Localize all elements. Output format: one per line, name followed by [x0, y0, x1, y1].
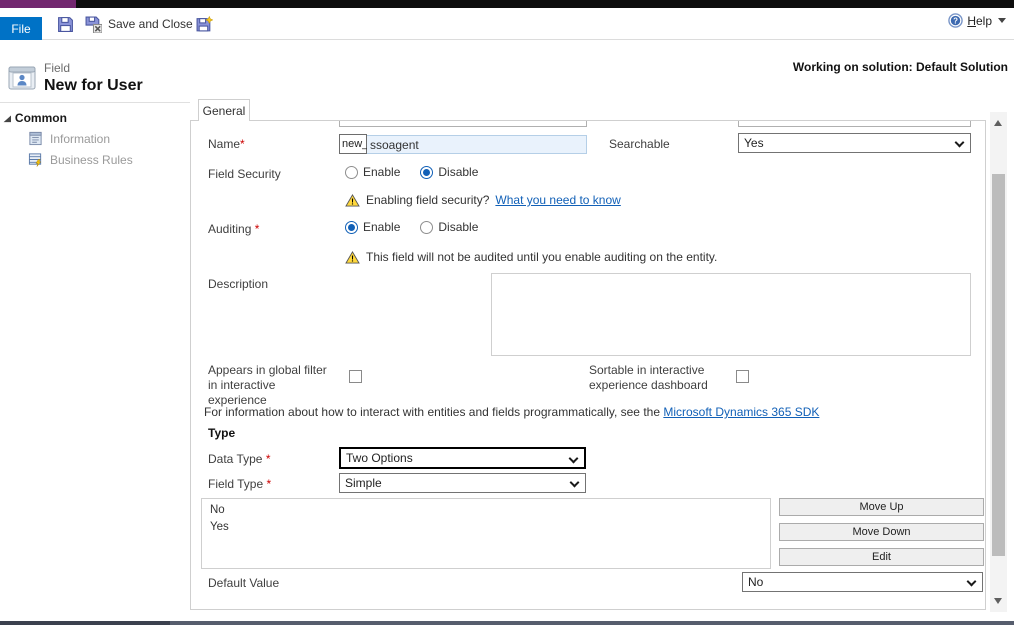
entity-type-label: Field	[44, 61, 70, 75]
title-strip	[0, 0, 1014, 8]
sidebar-item-business-rules[interactable]: Business Rules	[28, 152, 190, 167]
sidebar-group-label: Common	[15, 111, 67, 125]
help-label: Help	[967, 14, 992, 28]
horizontal-scrollbar-thumb[interactable]	[0, 621, 170, 625]
default-value-label: Default Value	[208, 576, 279, 590]
help-menu[interactable]: ? Help	[948, 13, 1006, 28]
command-toolbar: File Save and Close	[0, 8, 1014, 40]
app-window: File Save and Close	[0, 0, 1014, 626]
auditing-warning: ! This field will not be audited until y…	[345, 250, 717, 264]
data-type-label: Data Type *	[208, 452, 271, 466]
searchable-value: Yes	[744, 136, 764, 150]
scroll-up-arrow[interactable]	[994, 120, 1002, 126]
field-type-select[interactable]: Simple	[339, 473, 586, 493]
save-and-new-icon	[196, 16, 213, 33]
radio-checked-icon[interactable]	[345, 221, 358, 234]
field-security-help-link[interactable]: What you need to know	[495, 193, 620, 207]
form-panel: Name* new_ Searchable Yes Field Security…	[190, 120, 986, 610]
move-up-button[interactable]: Move Up	[779, 498, 984, 516]
scrollbar-thumb[interactable]	[992, 174, 1005, 556]
save-and-close-button[interactable]: Save and Close	[85, 12, 193, 36]
name-label: Name*	[208, 137, 245, 151]
name-input[interactable]	[367, 135, 587, 154]
auditing-label: Auditing *	[208, 222, 259, 236]
field-security-radio-group: Enable Disable	[345, 165, 490, 179]
radio-checked-icon[interactable]	[420, 166, 433, 179]
warning-icon: !	[345, 251, 360, 264]
sortable-label: Sortable in interactive experience dashb…	[589, 363, 717, 393]
list-item[interactable]: Yes	[202, 519, 770, 536]
field-security-warning: ! Enabling field security? What you need…	[345, 193, 621, 207]
chevron-down-icon	[569, 454, 579, 464]
chevron-down-icon	[570, 478, 580, 488]
searchable-select[interactable]: Yes	[738, 133, 971, 153]
auditing-disable-option[interactable]: Disable	[420, 220, 478, 234]
information-icon	[28, 131, 43, 146]
searchable-label: Searchable	[609, 137, 670, 151]
vertical-scrollbar[interactable]	[990, 112, 1007, 612]
clipped-field[interactable]	[339, 120, 587, 127]
save-and-new-button[interactable]	[196, 12, 213, 36]
list-item[interactable]: No	[202, 502, 770, 519]
description-label: Description	[208, 277, 268, 291]
save-icon	[57, 16, 74, 33]
file-tab[interactable]: File	[0, 17, 42, 40]
field-entity-icon	[8, 64, 37, 96]
data-type-select[interactable]: Two Options	[339, 447, 586, 469]
chevron-down-icon	[998, 18, 1006, 23]
save-and-close-icon	[85, 16, 102, 33]
radio-unchecked-icon[interactable]	[420, 221, 433, 234]
sdk-link[interactable]: Microsoft Dynamics 365 SDK	[663, 405, 819, 419]
clipped-field[interactable]	[738, 120, 971, 127]
business-rules-icon	[28, 152, 43, 167]
global-filter-label: Appears in global filter in interactive …	[208, 363, 336, 408]
help-icon: ?	[948, 13, 963, 28]
field-security-label: Field Security	[208, 167, 281, 181]
collapse-triangle-icon: ◢	[4, 113, 11, 123]
field-type-label: Field Type *	[208, 477, 271, 491]
auditing-radio-group: Enable Disable	[345, 220, 490, 234]
navigation-sidebar: ◢ Common Information Business Rules	[0, 102, 190, 610]
sdk-note: For information about how to interact wi…	[204, 405, 819, 419]
horizontal-scrollbar[interactable]	[0, 621, 1014, 625]
sortable-checkbox[interactable]	[736, 370, 749, 383]
warning-icon: !	[345, 194, 360, 207]
edit-button[interactable]: Edit	[779, 548, 984, 566]
type-section-heading: Type	[208, 426, 235, 440]
scroll-down-arrow[interactable]	[994, 598, 1002, 604]
sidebar-group-common[interactable]: ◢ Common	[4, 111, 190, 125]
svg-text:!: !	[351, 196, 354, 206]
page-title: New for User	[44, 77, 143, 95]
global-filter-checkbox[interactable]	[349, 370, 362, 383]
sidebar-item-label: Information	[50, 132, 110, 146]
save-button[interactable]	[57, 12, 74, 36]
svg-text:!: !	[351, 253, 354, 263]
move-down-button[interactable]: Move Down	[779, 523, 984, 541]
field-security-enable-option[interactable]: Enable	[345, 165, 400, 179]
chevron-down-icon	[955, 138, 965, 148]
default-value-select[interactable]: No	[742, 572, 983, 592]
working-on-solution-label: Working on solution: Default Solution	[793, 60, 1008, 74]
brand-strip	[0, 0, 76, 8]
name-prefix-box[interactable]: new_	[339, 134, 367, 154]
save-and-close-label: Save and Close	[108, 17, 193, 31]
options-list[interactable]: No Yes	[201, 498, 771, 569]
tab-general[interactable]: General	[198, 99, 250, 121]
description-textarea[interactable]	[491, 273, 971, 356]
sidebar-item-information[interactable]: Information	[28, 131, 190, 146]
field-security-disable-option[interactable]: Disable	[420, 165, 478, 179]
auditing-enable-option[interactable]: Enable	[345, 220, 400, 234]
svg-text:?: ?	[953, 16, 958, 25]
chevron-down-icon	[967, 577, 977, 587]
radio-unchecked-icon[interactable]	[345, 166, 358, 179]
sidebar-item-label: Business Rules	[50, 153, 133, 167]
